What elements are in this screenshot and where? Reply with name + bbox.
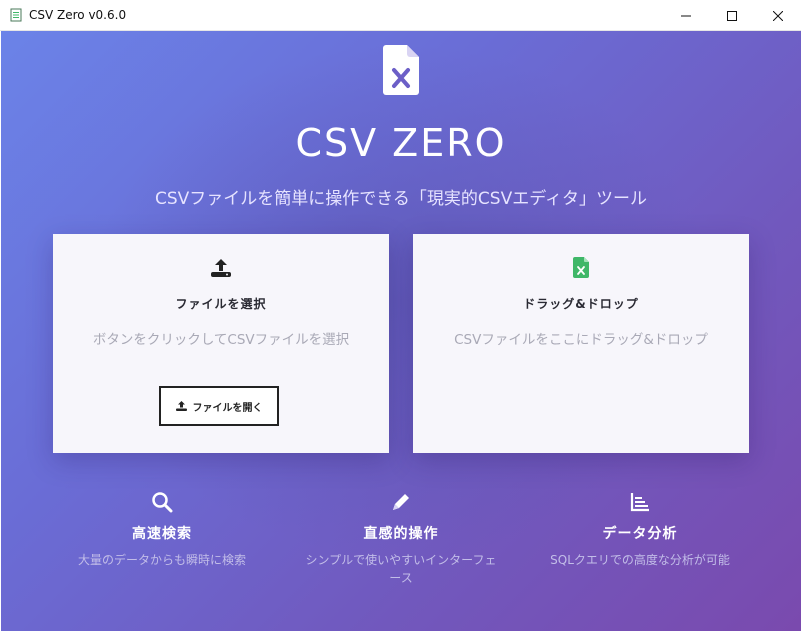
csv-file-logo-icon <box>383 45 419 95</box>
app-icon <box>9 8 23 22</box>
window-title: CSV Zero v0.6.0 <box>29 8 127 22</box>
drop-zone-card[interactable]: ドラッグ&ドロップ CSVファイルをここにドラッグ&ドロップ <box>413 234 749 453</box>
feature-intuitive: 直感的操作 シンプルで使いやすいインターフェース <box>281 491 521 587</box>
app-content: CSV ZERO CSVファイルを簡単に操作できる「現実的CSVエディタ」ツール… <box>1 31 801 631</box>
search-icon <box>42 491 282 517</box>
open-file-button-label: ファイルを開く <box>192 402 263 414</box>
feature-title: データ分析 <box>602 526 678 542</box>
minimize-button[interactable] <box>663 0 709 31</box>
minimize-icon <box>681 15 691 16</box>
select-file-card: ファイルを選択 ボタンをクリックしてCSVファイルを選択 ファイルを開く <box>53 234 389 453</box>
window-controls <box>663 0 801 31</box>
title-bar: CSV Zero v0.6.0 <box>0 0 801 31</box>
feature-search: 高速検索 大量のデータからも瞬時に検索 <box>42 491 282 569</box>
close-icon <box>773 10 783 21</box>
pencil-icon <box>281 491 521 517</box>
open-file-button[interactable]: ファイルを開く <box>159 386 279 426</box>
maximize-button[interactable] <box>709 0 755 31</box>
csv-file-icon <box>573 257 589 282</box>
feature-description: SQLクエリでの高度な分析が可能 <box>550 553 730 567</box>
select-card-description: ボタンをクリックしてCSVファイルを選択 <box>92 332 350 348</box>
feature-title: 高速検索 <box>132 526 192 542</box>
close-button[interactable] <box>755 0 801 31</box>
feature-description: シンプルで使いやすいインターフェース <box>305 553 497 585</box>
feature-description: 大量のデータからも瞬時に検索 <box>77 553 246 567</box>
app-brand-title: CSV ZERO <box>295 121 507 165</box>
maximize-icon <box>727 10 737 21</box>
feature-title: 直感的操作 <box>363 526 439 542</box>
drop-card-title: ドラッグ&ドロップ <box>523 297 639 311</box>
app-tagline: CSVファイルを簡単に操作できる「現実的CSVエディタ」ツール <box>154 189 648 209</box>
select-card-title: ファイルを選択 <box>175 297 267 311</box>
upload-small-icon <box>175 401 187 411</box>
bar-chart-icon <box>520 491 760 517</box>
upload-icon <box>210 258 232 282</box>
feature-analysis: データ分析 SQLクエリでの高度な分析が可能 <box>520 491 760 569</box>
drop-card-description: CSVファイルをここにドラッグ&ドロップ <box>454 332 708 348</box>
